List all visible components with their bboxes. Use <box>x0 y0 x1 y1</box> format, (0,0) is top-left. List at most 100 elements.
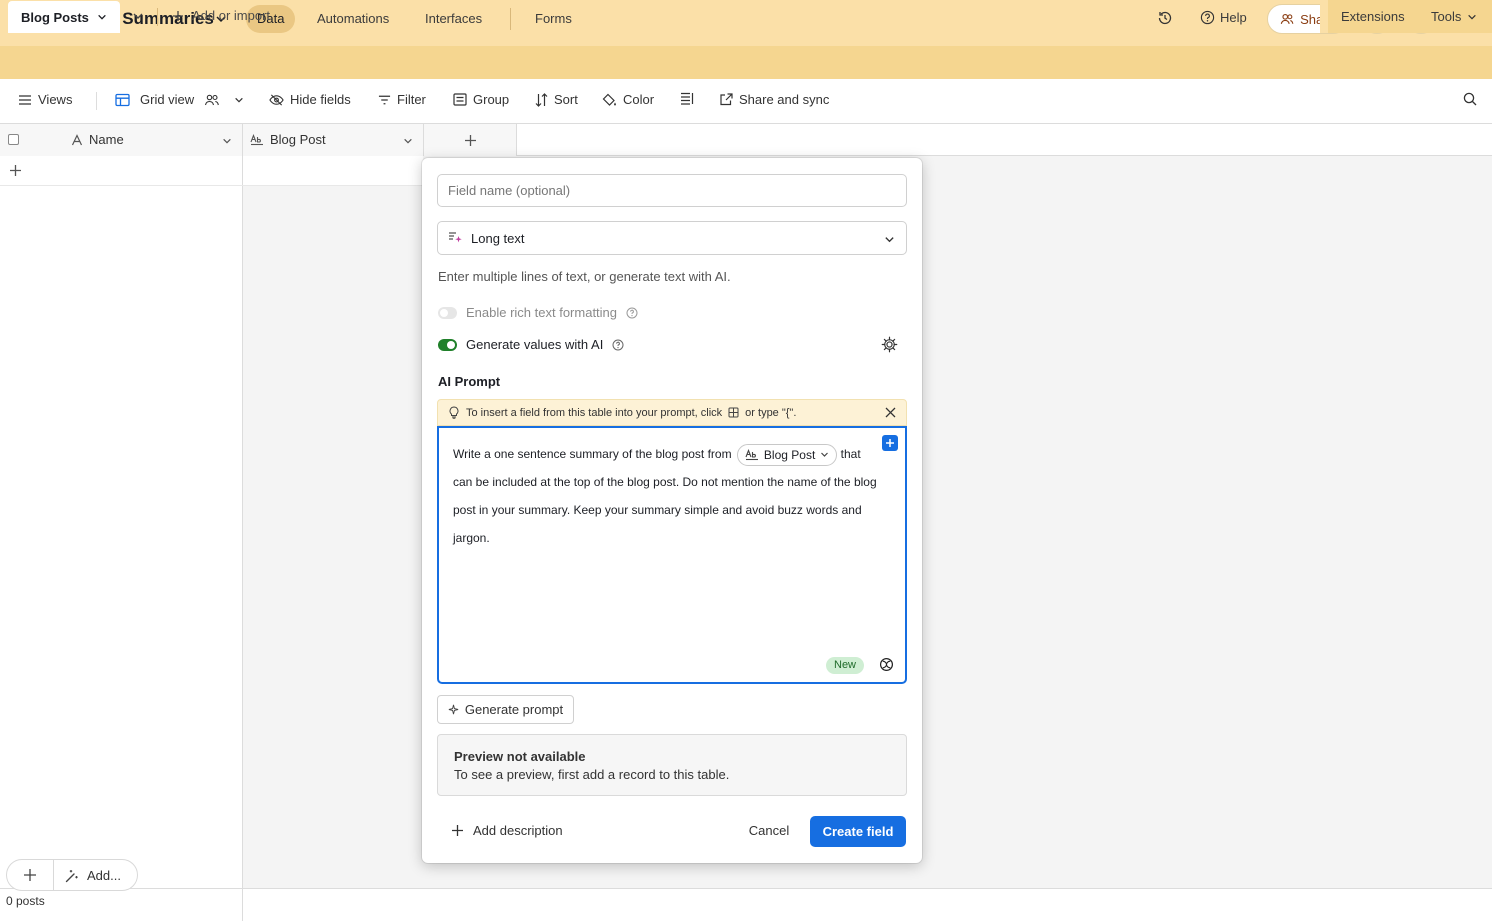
history-icon[interactable] <box>1157 10 1173 26</box>
chevron-down-icon <box>821 452 829 458</box>
gear-icon[interactable] <box>881 336 898 353</box>
search-icon[interactable] <box>1463 92 1477 106</box>
add-record-button[interactable] <box>23 868 37 882</box>
plus-icon <box>173 10 183 21</box>
grid-header-row: Name Blog Post <box>0 124 1492 156</box>
plus-icon <box>452 825 463 836</box>
column-label-wrap: Blog Post <box>250 132 326 147</box>
filter-button[interactable]: Filter <box>378 92 426 107</box>
hide-fields-button[interactable]: Hide fields <box>269 92 351 107</box>
rich-text-label: Enable rich text formatting <box>466 305 618 320</box>
add-or-import-label: Add or import <box>192 8 271 23</box>
rich-text-option: Enable rich text formatting <box>438 305 638 320</box>
hint-text-before: To insert a field from this table into y… <box>466 406 723 419</box>
chevron-down-icon <box>98 14 106 20</box>
preview-title: Preview not available <box>454 749 586 764</box>
field-type-select[interactable]: Long text <box>437 221 907 255</box>
generate-ai-toggle[interactable] <box>438 338 457 351</box>
field-reference-chip[interactable]: Blog Post <box>736 443 838 466</box>
ai-model-icon[interactable] <box>879 657 894 672</box>
add-description-button[interactable]: Add description <box>451 823 563 838</box>
chevron-down-icon <box>884 234 895 245</box>
column-header-blog-post[interactable]: Blog Post <box>243 124 424 156</box>
grid-icon <box>115 93 130 106</box>
table-icon <box>728 407 739 418</box>
filter-icon <box>378 95 391 104</box>
rich-text-toggle[interactable] <box>438 306 457 319</box>
help-icon[interactable] <box>612 339 624 351</box>
paint-bucket-icon <box>602 93 616 106</box>
help-label: Help <box>1220 10 1247 25</box>
nav-automations[interactable]: Automations <box>306 5 400 33</box>
sort-label: Sort <box>554 92 578 107</box>
users-icon <box>1280 13 1294 24</box>
help-icon[interactable] <box>626 307 638 319</box>
chevron-down-icon <box>1468 14 1477 20</box>
field-name-input[interactable] <box>437 174 907 207</box>
sort-button[interactable]: Sort <box>535 92 578 107</box>
grid-footer <box>0 888 1492 921</box>
add-field-button[interactable] <box>424 124 517 156</box>
add-description-label: Add description <box>473 823 563 838</box>
hint-text-after: or type "{". <box>745 406 797 419</box>
footer-divider <box>242 888 243 921</box>
pill-divider <box>53 860 54 890</box>
lightbulb-icon <box>449 406 459 419</box>
sort-icon <box>535 92 548 107</box>
plus-icon <box>10 165 21 176</box>
eye-slash-icon <box>269 93 284 106</box>
color-label: Color <box>623 92 655 107</box>
generate-prompt-button[interactable]: Generate prompt <box>437 695 574 724</box>
grid-left-pane <box>0 156 243 888</box>
views-button[interactable]: Views <box>18 92 72 107</box>
extensions-button[interactable]: Extensions <box>1341 9 1405 24</box>
row-height-icon <box>681 92 694 105</box>
text-field-icon <box>71 133 83 145</box>
add-record-pill: Add... <box>6 859 138 891</box>
add-record-row[interactable] <box>0 156 243 186</box>
generate-ai-label: Generate values with AI <box>466 337 604 352</box>
long-text-icon <box>250 133 263 145</box>
chevron-down-icon[interactable] <box>222 136 232 146</box>
chevron-down-icon[interactable] <box>403 136 413 146</box>
hide-fields-label: Hide fields <box>290 92 351 107</box>
row-height-button[interactable] <box>680 92 694 105</box>
generate-ai-option: Generate values with AI <box>438 337 624 352</box>
add-record-row-cell[interactable] <box>243 156 423 186</box>
share-and-sync-button[interactable]: Share and sync <box>720 92 829 107</box>
ai-prompt-editor[interactable]: Write a one sentence summary of the blog… <box>437 426 907 684</box>
group-button[interactable]: Group <box>453 92 509 107</box>
long-text-ai-icon <box>449 232 462 243</box>
column-header-name[interactable]: Name <box>0 124 243 156</box>
table-tab-bar <box>0 46 1492 79</box>
cancel-button[interactable]: Cancel <box>742 816 796 846</box>
create-field-button[interactable]: Create field <box>810 816 906 847</box>
preview-panel: Preview not available To see a preview, … <box>437 734 907 796</box>
top-app-bar: AI Blog Summaries Data Automations Inter… <box>0 0 1492 46</box>
close-icon[interactable] <box>885 407 896 418</box>
collaborators-icon <box>205 94 220 105</box>
column-label: Blog Post <box>270 132 326 147</box>
nav-interfaces[interactable]: Interfaces <box>414 5 493 33</box>
add-with-ai-button[interactable]: Add... <box>65 868 121 883</box>
plus-icon <box>464 134 476 146</box>
tab-divider <box>157 8 158 26</box>
toolbar-divider <box>96 92 97 110</box>
sparkle-icon <box>448 704 459 715</box>
magic-wand-icon <box>65 869 78 882</box>
insert-field-button[interactable] <box>882 435 898 451</box>
help-button[interactable]: Help <box>1200 10 1247 25</box>
color-button[interactable]: Color <box>602 92 654 107</box>
chevron-down-icon <box>235 97 243 103</box>
tab-label: Blog Posts <box>21 9 89 25</box>
ai-prompt-text[interactable]: Write a one sentence summary of the blog… <box>453 440 883 552</box>
add-or-import-button[interactable]: Add or import <box>172 8 270 23</box>
tools-button[interactable]: Tools <box>1431 9 1477 24</box>
nav-forms[interactable]: Forms <box>524 5 583 33</box>
new-badge: New <box>826 657 865 674</box>
tab-blog-posts[interactable]: Blog Posts <box>8 1 120 33</box>
tables-menu-chevron-icon[interactable] <box>132 10 144 22</box>
external-link-icon <box>720 93 733 106</box>
select-all-checkbox[interactable] <box>8 134 19 145</box>
grid-view-switcher[interactable]: Grid view <box>115 92 244 107</box>
